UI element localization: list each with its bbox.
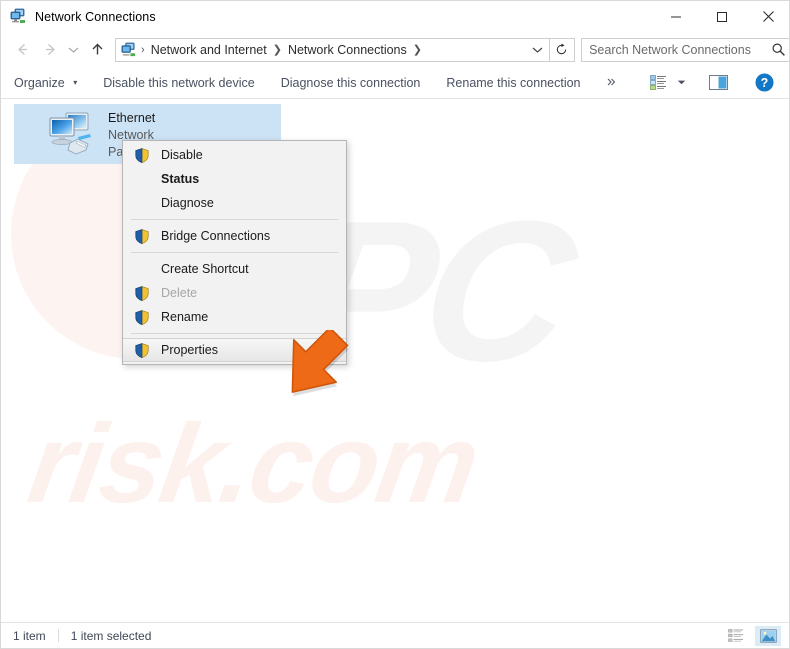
status-bar: 1 item 1 item selected: [1, 622, 789, 648]
context-menu-item-properties[interactable]: Properties: [123, 338, 346, 362]
title-bar: Network Connections: [1, 1, 789, 32]
disable-network-device-button[interactable]: Disable this network device: [90, 76, 267, 90]
address-dropdown-icon[interactable]: [527, 39, 549, 61]
context-menu-label: Disable: [161, 148, 203, 162]
context-menu-item-disable[interactable]: Disable: [123, 143, 346, 167]
context-menu-item-rename[interactable]: Rename: [123, 305, 346, 329]
organize-button[interactable]: Organize ▾: [1, 76, 90, 90]
shield-icon: [131, 342, 153, 358]
window-title: Network Connections: [35, 9, 156, 24]
context-menu-label: Rename: [161, 310, 209, 324]
help-icon[interactable]: ?: [749, 70, 779, 96]
explorer-window: Network Connections › Network and Intern…: [0, 0, 790, 649]
ethernet-adapter-icon: [44, 111, 96, 157]
preview-pane-icon[interactable]: [703, 70, 733, 96]
breadcrumb-item-network-connections[interactable]: Network Connections: [286, 43, 409, 57]
context-menu-separator-2: [131, 252, 338, 253]
status-selection-count: 1 item selected: [70, 628, 152, 643]
context-menu[interactable]: Disable Status Diagnose Bridge Connectio…: [122, 140, 347, 365]
watermark-site: risk.com: [21, 401, 486, 526]
breadcrumb-separator-2[interactable]: ❯: [409, 43, 426, 56]
context-menu-label: Diagnose: [161, 196, 214, 210]
details-view-icon[interactable]: [723, 626, 749, 646]
breadcrumb-separator-1: ❯: [272, 44, 282, 56]
search-box[interactable]: [581, 37, 789, 62]
status-divider: [57, 629, 59, 642]
context-menu-separator-3: [131, 333, 338, 334]
organize-label: Organize: [14, 75, 65, 90]
shield-icon: [131, 285, 153, 301]
search-icon[interactable]: [766, 42, 789, 57]
rename-connection-button[interactable]: Rename this connection: [433, 76, 593, 90]
maximize-button[interactable]: [699, 1, 745, 32]
context-menu-separator-1: [131, 219, 338, 220]
context-menu-item-create-shortcut[interactable]: Create Shortcut: [123, 257, 346, 281]
view-buttons: [723, 625, 789, 646]
large-icons-view-icon[interactable]: [755, 625, 781, 646]
context-menu-item-bridge-connections[interactable]: Bridge Connections: [123, 224, 346, 248]
context-menu-item-delete: Delete: [123, 281, 346, 305]
command-bar-right-group: ?: [643, 70, 789, 96]
view-options-icon[interactable]: [643, 70, 673, 96]
svg-text:?: ?: [760, 76, 768, 90]
window-controls: [653, 1, 789, 32]
shield-icon: [131, 309, 153, 325]
context-menu-label: Bridge Connections: [161, 229, 271, 243]
back-button[interactable]: [9, 36, 36, 64]
up-button[interactable]: [84, 36, 111, 64]
file-list-view[interactable]: PC risk.com Ethernet Network Pa Disable …: [1, 99, 789, 624]
breadcrumb-lead-separator: ›: [141, 43, 145, 56]
context-menu-label: Create Shortcut: [161, 262, 249, 276]
address-bar[interactable]: › Network and Internet ❯ Network Connect…: [115, 37, 550, 62]
diagnose-connection-button[interactable]: Diagnose this connection: [268, 76, 434, 90]
view-options-chevron-down-icon[interactable]: [673, 70, 689, 96]
breadcrumb-item-network-and-internet[interactable]: Network and Internet: [149, 43, 269, 57]
chevron-down-icon: ▾: [73, 77, 78, 87]
status-item-count: 1 item: [13, 628, 46, 643]
search-input[interactable]: [589, 42, 767, 57]
network-folder-icon: [121, 42, 137, 58]
shield-icon: [131, 228, 153, 244]
forward-button[interactable]: [36, 36, 63, 64]
minimize-button[interactable]: [653, 1, 699, 32]
close-button[interactable]: [745, 1, 789, 32]
context-menu-label: Status: [161, 172, 200, 186]
command-bar: Organize ▾ Disable this network device D…: [1, 67, 789, 99]
navigation-bar: › Network and Internet ❯ Network Connect…: [1, 32, 789, 67]
command-overflow-button[interactable]: [594, 77, 628, 89]
refresh-button[interactable]: [549, 37, 576, 62]
shield-icon: [131, 147, 153, 163]
network-connections-icon: [10, 8, 27, 25]
list-item-name: Ethernet: [108, 111, 156, 125]
context-menu-label: Properties: [161, 343, 218, 357]
context-menu-label: Delete: [161, 286, 198, 300]
recent-locations-button[interactable]: [64, 36, 84, 64]
context-menu-item-status[interactable]: Status: [123, 167, 346, 191]
context-menu-item-diagnose[interactable]: Diagnose: [123, 191, 346, 215]
